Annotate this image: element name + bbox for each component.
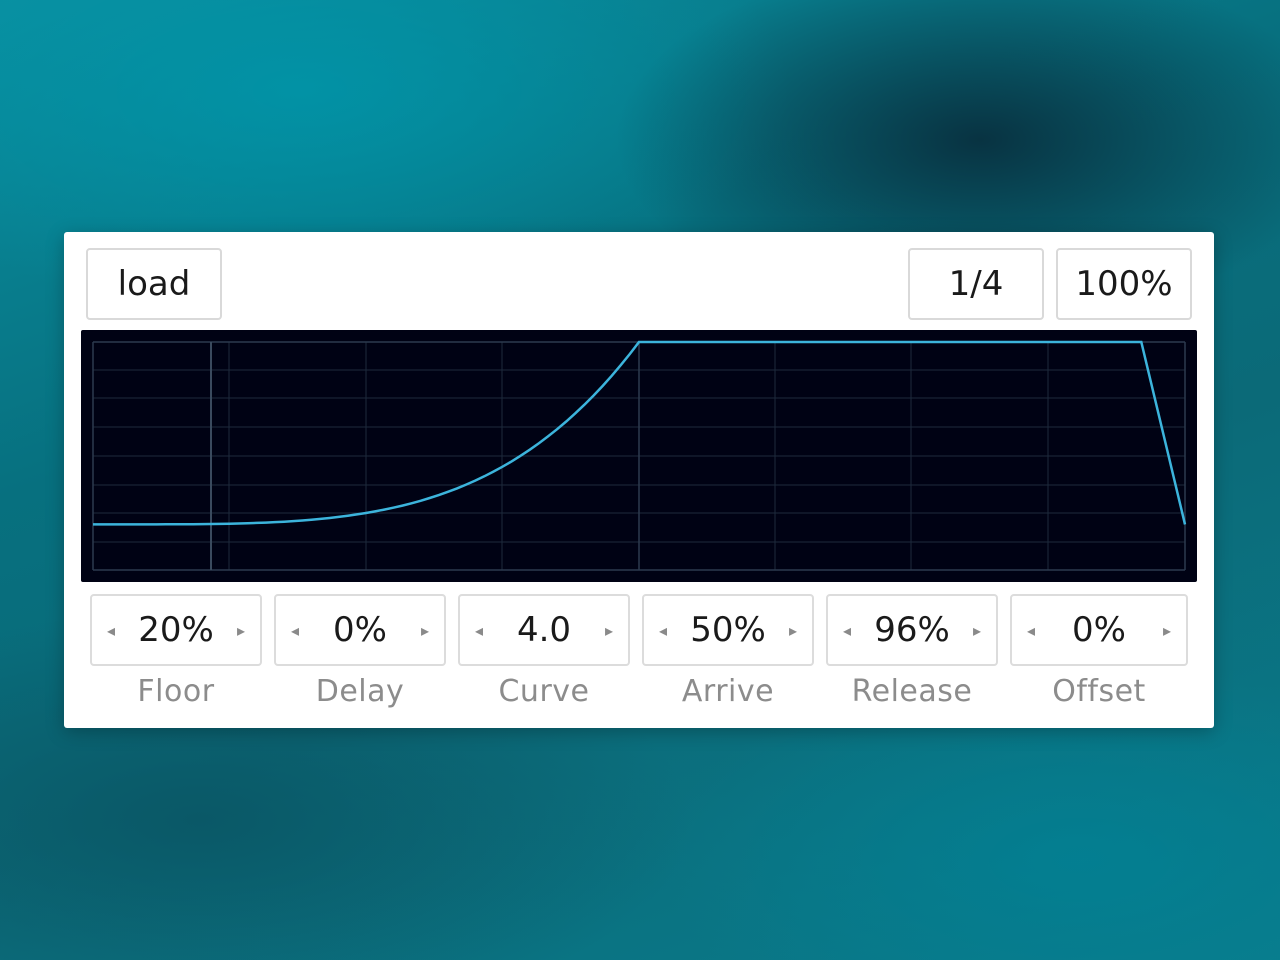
zoom-button[interactable]: 100% <box>1056 248 1192 320</box>
offset-value: 0% <box>1072 610 1126 650</box>
curve-value: 4.0 <box>516 610 572 650</box>
arrive-value: 50% <box>690 610 766 650</box>
arrive-stepper[interactable]: ◂ 50% ▸ <box>642 594 814 666</box>
curve-stepper[interactable]: ◂ 4.0 ▸ <box>458 594 630 666</box>
decrement-arrow-icon[interactable]: ◂ <box>1020 618 1042 644</box>
decrement-arrow-icon[interactable]: ◂ <box>284 618 306 644</box>
curve-label: Curve <box>498 674 590 709</box>
arrive-control: ◂ 50% ▸ Arrive <box>642 594 814 714</box>
increment-arrow-icon[interactable]: ▸ <box>966 618 988 644</box>
division-button[interactable]: 1/4 <box>908 248 1044 320</box>
offset-control: ◂ 0% ▸ Offset <box>1010 594 1188 714</box>
delay-control: ◂ 0% ▸ Delay <box>274 594 446 714</box>
release-value: 96% <box>874 610 950 650</box>
arrive-label: Arrive <box>681 674 775 709</box>
delay-label: Delay <box>315 674 405 709</box>
decrement-arrow-icon[interactable]: ◂ <box>652 618 674 644</box>
floor-stepper[interactable]: ◂ 20% ▸ <box>90 594 262 666</box>
decrement-arrow-icon[interactable]: ◂ <box>468 618 490 644</box>
increment-arrow-icon[interactable]: ▸ <box>598 618 620 644</box>
envelope-panel: load 1/4 100% ◂ 20% ▸ Floor ◂ 0% ▸ Delay… <box>64 232 1214 728</box>
increment-arrow-icon[interactable]: ▸ <box>414 618 436 644</box>
load-button[interactable]: load <box>86 248 222 320</box>
release-control: ◂ 96% ▸ Release <box>826 594 998 714</box>
offset-stepper[interactable]: ◂ 0% ▸ <box>1010 594 1188 666</box>
increment-arrow-icon[interactable]: ▸ <box>1156 618 1178 644</box>
release-stepper[interactable]: ◂ 96% ▸ <box>826 594 998 666</box>
decrement-arrow-icon[interactable]: ◂ <box>100 618 122 644</box>
curve-control: ◂ 4.0 ▸ Curve <box>458 594 630 714</box>
floor-label: Floor <box>137 674 215 709</box>
decrement-arrow-icon[interactable]: ◂ <box>836 618 858 644</box>
delay-stepper[interactable]: ◂ 0% ▸ <box>274 594 446 666</box>
release-label: Release <box>851 674 973 709</box>
floor-value: 20% <box>138 610 214 650</box>
increment-arrow-icon[interactable]: ▸ <box>782 618 804 644</box>
increment-arrow-icon[interactable]: ▸ <box>230 618 252 644</box>
floor-control: ◂ 20% ▸ Floor <box>90 594 262 714</box>
offset-label: Offset <box>1052 674 1146 709</box>
envelope-graph[interactable] <box>81 330 1197 582</box>
delay-value: 0% <box>333 610 387 650</box>
